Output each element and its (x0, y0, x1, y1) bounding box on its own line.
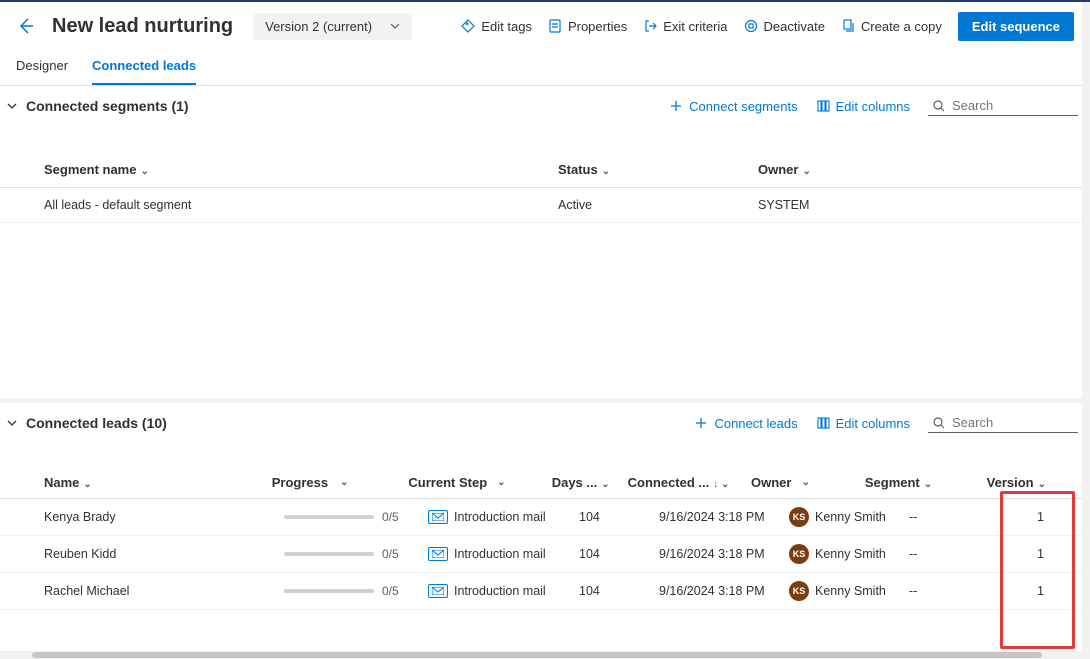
col-progress[interactable]: Progress⌄ (272, 475, 409, 490)
search-icon (932, 416, 946, 430)
lead-segment: -- (909, 510, 1031, 524)
lead-connected: 9/16/2024 3:18 PM (659, 584, 789, 598)
segments-header-row: Segment name⌄ Status⌄ Owner⌄ (0, 152, 1090, 188)
exit-criteria-link[interactable]: Exit criteria (643, 19, 727, 34)
properties-icon (548, 19, 562, 33)
lead-days: 104 (579, 547, 659, 561)
lead-version: 1 (1031, 510, 1046, 524)
lead-connected: 9/16/2024 3:18 PM (659, 510, 789, 524)
col-owner[interactable]: Owner⌄ (751, 475, 865, 490)
columns-icon (816, 99, 830, 113)
lead-segment: -- (909, 584, 1031, 598)
lead-name: Kenya Brady (44, 510, 284, 524)
mail-icon (428, 510, 448, 524)
lead-owner: KSKenny Smith (789, 581, 909, 601)
segments-search[interactable] (928, 96, 1078, 116)
lead-name: Rachel Michael (44, 584, 284, 598)
lead-step: Introduction mail (428, 510, 579, 524)
properties-link[interactable]: Properties (548, 19, 627, 34)
tabs: Designer Connected leads (0, 50, 1090, 86)
plus-icon (669, 99, 683, 113)
col-connected[interactable]: Connected ...↓ ⌄ (628, 475, 751, 490)
leads-header: Connected leads (10) Connect leads Edit … (0, 403, 1090, 443)
leads-actions: Connect leads Edit columns (694, 413, 1078, 433)
lead-owner: KSKenny Smith (789, 507, 909, 527)
page-title: New lead nurturing (52, 15, 233, 38)
segments-header: Connected segments (1) Connect segments … (0, 86, 1090, 126)
col-owner[interactable]: Owner⌄ (758, 162, 1046, 177)
segments-title: Connected segments (1) (26, 98, 189, 114)
edit-columns-leads[interactable]: Edit columns (816, 416, 910, 431)
col-segment-name[interactable]: Segment name⌄ (44, 162, 558, 177)
deactivate-link[interactable]: Deactivate (744, 19, 825, 34)
chevron-down-icon: ⌄ (802, 166, 810, 177)
tab-designer[interactable]: Designer (16, 50, 68, 85)
chevron-down-icon[interactable] (6, 100, 18, 112)
lead-progress: 0/5 (284, 547, 428, 561)
lead-owner: KSKenny Smith (789, 544, 909, 564)
lead-connected: 9/16/2024 3:18 PM (659, 547, 789, 561)
leads-title: Connected leads (10) (26, 415, 167, 431)
leads-table: Name⌄ Progress⌄ Current Step⌄ Days ...⌄ … (0, 467, 1090, 610)
lead-progress: 0/5 (284, 584, 428, 598)
create-copy-link[interactable]: Create a copy (841, 19, 942, 34)
lead-name: Reuben Kidd (44, 547, 284, 561)
segments-table: Segment name⌄ Status⌄ Owner⌄ All leads -… (0, 152, 1090, 223)
col-days[interactable]: Days ...⌄ (552, 475, 628, 490)
lead-progress: 0/5 (284, 510, 428, 524)
columns-icon (816, 416, 830, 430)
edit-columns-segments[interactable]: Edit columns (816, 99, 910, 114)
top-toolbar: New lead nurturing Version 2 (current) E… (0, 0, 1090, 50)
lead-step: Introduction mail (428, 584, 579, 598)
mail-icon (428, 547, 448, 561)
lead-row[interactable]: Rachel Michael0/5Introduction mail1049/1… (0, 573, 1090, 610)
col-current-step[interactable]: Current Step⌄ (408, 475, 551, 490)
lead-version: 1 (1031, 584, 1046, 598)
chevron-down-icon[interactable] (6, 417, 18, 429)
leads-search-input[interactable] (952, 415, 1074, 430)
version-dropdown[interactable]: Version 2 (current) (253, 13, 412, 40)
lead-step: Introduction mail (428, 547, 579, 561)
col-segment[interactable]: Segment⌄ (865, 475, 981, 490)
lead-row[interactable]: Kenya Brady0/5Introduction mail1049/16/2… (0, 499, 1090, 536)
avatar: KS (789, 507, 809, 527)
mail-icon (428, 584, 448, 598)
lead-version: 1 (1031, 547, 1046, 561)
back-icon[interactable] (16, 16, 36, 36)
plus-icon (694, 416, 708, 430)
exit-icon (643, 19, 657, 33)
col-name[interactable]: Name⌄ (44, 475, 272, 490)
chevron-down-icon (390, 21, 400, 31)
version-label: Version 2 (current) (265, 19, 372, 34)
lead-days: 104 (579, 584, 659, 598)
top-actions: Edit tags Properties Exit criteria Deact… (461, 12, 1074, 41)
edit-sequence-button[interactable]: Edit sequence (958, 12, 1074, 41)
lead-segment: -- (909, 547, 1031, 561)
segments-actions: Connect segments Edit columns (669, 96, 1078, 116)
chevron-down-icon: ⌄ (140, 166, 148, 177)
edit-tags-link[interactable]: Edit tags (461, 19, 532, 34)
search-icon (932, 99, 946, 113)
tab-connected-leads[interactable]: Connected leads (92, 50, 196, 85)
avatar: KS (789, 544, 809, 564)
vertical-scrollbar[interactable] (1082, 2, 1090, 651)
lead-row[interactable]: Reuben Kidd0/5Introduction mail1049/16/2… (0, 536, 1090, 573)
avatar: KS (789, 581, 809, 601)
col-version[interactable]: Version⌄ (981, 475, 1046, 490)
tag-icon (461, 19, 475, 33)
horizontal-scrollbar[interactable] (0, 651, 1090, 659)
segment-row[interactable]: All leads - default segment Active SYSTE… (0, 188, 1090, 223)
copy-icon (841, 19, 855, 33)
connect-segments-link[interactable]: Connect segments (669, 99, 797, 114)
connect-leads-link[interactable]: Connect leads (694, 416, 797, 431)
lead-days: 104 (579, 510, 659, 524)
leads-search[interactable] (928, 413, 1078, 433)
col-status[interactable]: Status⌄ (558, 162, 758, 177)
leads-header-row: Name⌄ Progress⌄ Current Step⌄ Days ...⌄ … (0, 467, 1090, 499)
deactivate-icon (744, 19, 758, 33)
sort-down-icon: ↓ ⌄ (713, 479, 729, 490)
segments-search-input[interactable] (952, 98, 1074, 113)
chevron-down-icon: ⌄ (602, 166, 610, 177)
